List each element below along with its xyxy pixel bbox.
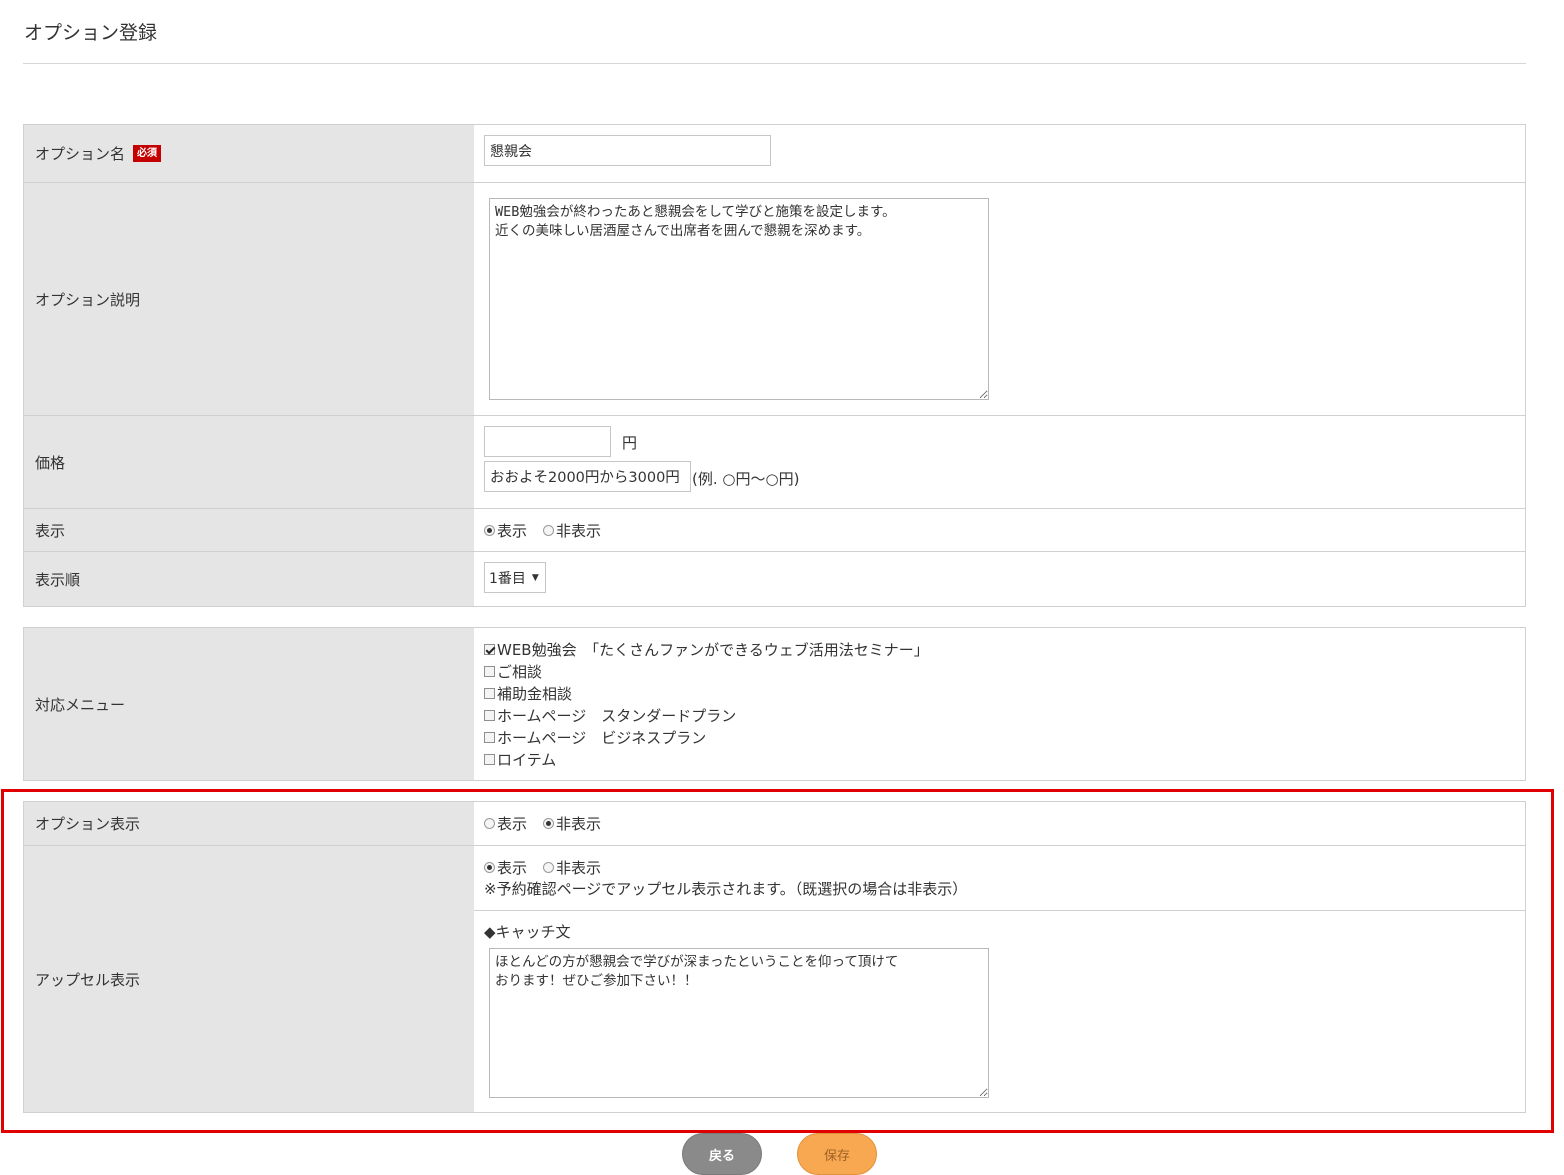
save-button[interactable]: 保存 bbox=[797, 1133, 877, 1175]
menu-item[interactable]: 補助金相談 bbox=[484, 682, 1525, 704]
required-badge: 必須 bbox=[133, 145, 162, 162]
menu-item-label: ご相談 bbox=[497, 662, 543, 681]
display-order-label: 表示順 bbox=[35, 570, 81, 589]
display-header: 表示 bbox=[24, 509, 474, 551]
display-show-radio[interactable] bbox=[484, 524, 495, 536]
option-description-row: オプション説明 WEB勉強会が終わったあと懇親会をして学びと施策を設定します。 … bbox=[24, 182, 1525, 415]
display-option-show[interactable]: 表示 bbox=[484, 520, 527, 541]
menu-item-checkbox[interactable] bbox=[484, 753, 495, 765]
display-cell: 表示 非表示 bbox=[474, 509, 1525, 551]
display-order-cell: 1番目 ▼ bbox=[474, 552, 1525, 606]
option-description-header: オプション説明 bbox=[24, 183, 474, 415]
display-order-select[interactable]: 1番目 ▼ bbox=[484, 562, 546, 593]
menu-item-label: WEB勉強会 「たくさんファンができるウェブ活用法セミナー」 bbox=[497, 640, 929, 659]
price-cell: 円 (例. ○円～○円) bbox=[474, 416, 1525, 508]
menu-header: 対応メニュー bbox=[24, 628, 474, 780]
menu-item[interactable]: ホームページ スタンダードプラン bbox=[484, 704, 1525, 726]
display-hide-label: 非表示 bbox=[556, 521, 602, 540]
price-header: 価格 bbox=[24, 416, 474, 508]
menu-item-checkbox[interactable] bbox=[484, 731, 495, 743]
menu-item[interactable]: ホームページ ビジネスプラン bbox=[484, 726, 1525, 748]
menu-item[interactable]: WEB勉強会 「たくさんファンができるウェブ活用法セミナー」 bbox=[484, 638, 1525, 660]
option-name-row: オプション名 必須 bbox=[24, 125, 1525, 182]
display-order-value: 1番目 bbox=[489, 570, 526, 587]
display-label: 表示 bbox=[35, 521, 66, 540]
menu-item-checkbox[interactable] bbox=[484, 687, 495, 699]
menu-item-checkbox[interactable] bbox=[484, 709, 495, 721]
price-note-input[interactable] bbox=[484, 461, 691, 492]
page-title: オプション登録 bbox=[24, 22, 158, 44]
display-order-row: 表示順 1番目 ▼ bbox=[24, 551, 1525, 606]
menu-item[interactable]: ご相談 bbox=[484, 660, 1525, 682]
option-description-textarea[interactable]: WEB勉強会が終わったあと懇親会をして学びと施策を設定します。 近くの美味しい居… bbox=[489, 198, 989, 400]
option-name-cell bbox=[474, 125, 1525, 182]
menu-item-label: ロイテム bbox=[497, 750, 557, 769]
option-description-cell: WEB勉強会が終わったあと懇親会をして学びと施策を設定します。 近くの美味しい居… bbox=[474, 183, 1525, 415]
display-hide-radio[interactable] bbox=[543, 524, 555, 536]
display-option-hide[interactable]: 非表示 bbox=[543, 520, 601, 541]
menu-item-checkbox[interactable] bbox=[484, 665, 495, 677]
menu-item-label: ホームページ スタンダードプラン bbox=[497, 706, 737, 725]
option-basic-table: オプション名 必須 オプション説明 WEB勉強会が終わったあと懇親会をして学びと… bbox=[23, 124, 1526, 607]
price-example: (例. ○円～○円) bbox=[692, 470, 800, 488]
title-divider bbox=[23, 63, 1526, 64]
option-description-label: オプション説明 bbox=[35, 290, 141, 309]
back-button[interactable]: 戻る bbox=[682, 1133, 762, 1175]
price-input[interactable] bbox=[484, 426, 611, 457]
price-row: 価格 円 (例. ○円～○円) bbox=[24, 415, 1525, 508]
menu-table: 対応メニュー WEB勉強会 「たくさんファンができるウェブ活用法セミナー」 ご相… bbox=[23, 627, 1526, 781]
option-name-input[interactable] bbox=[484, 135, 771, 166]
price-unit: 円 bbox=[622, 434, 638, 452]
menu-item-label: 補助金相談 bbox=[497, 684, 573, 703]
option-name-header: オプション名 必須 bbox=[24, 125, 474, 182]
price-label: 価格 bbox=[35, 453, 66, 472]
highlight-box bbox=[1, 789, 1554, 1133]
display-row: 表示 表示 非表示 bbox=[24, 508, 1525, 551]
chevron-down-icon: ▼ bbox=[531, 572, 539, 583]
menu-item[interactable]: ロイテム bbox=[484, 748, 1525, 770]
display-show-label: 表示 bbox=[497, 521, 528, 540]
menu-cell: WEB勉強会 「たくさんファンができるウェブ活用法セミナー」 ご相談 補助金相談… bbox=[474, 628, 1525, 780]
menu-row: 対応メニュー WEB勉強会 「たくさんファンができるウェブ活用法セミナー」 ご相… bbox=[24, 628, 1525, 780]
display-order-header: 表示順 bbox=[24, 552, 474, 606]
menu-item-checkbox[interactable] bbox=[484, 643, 495, 655]
menu-item-label: ホームページ ビジネスプラン bbox=[497, 728, 707, 747]
option-name-label: オプション名 bbox=[35, 145, 126, 163]
menu-label: 対応メニュー bbox=[35, 695, 126, 714]
